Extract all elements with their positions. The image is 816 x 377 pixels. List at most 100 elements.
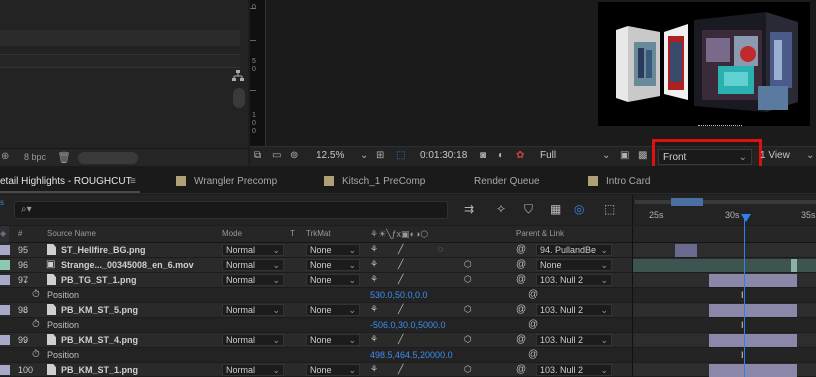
magnification-dropdown[interactable]: 12.5% xyxy=(316,150,344,161)
label-color-chip[interactable] xyxy=(0,365,10,375)
layer-track[interactable] xyxy=(632,273,816,288)
layer-track[interactable] xyxy=(632,243,816,258)
blend-mode-dropdown[interactable]: Normal ⌄ xyxy=(222,274,284,286)
layer-row[interactable]: 100 PB_KM_ST_1.png Normal ⌄ None ⌄ ⚘ ╱ ⬡ @… xyxy=(0,363,632,377)
layer-row[interactable]: 95 ST_Hellfire_BG.png Normal ⌄ None ⌄ ⚘ ╱ … xyxy=(0,243,632,258)
layer-track[interactable] xyxy=(632,333,816,348)
stopwatch-icon[interactable]: ⏱ xyxy=(32,289,40,300)
3d-layer-icon[interactable]: ⬡ xyxy=(464,364,472,375)
layer-out-point[interactable] xyxy=(791,259,797,272)
layer-track[interactable] xyxy=(632,303,816,318)
column-trkmat[interactable]: TrkMat xyxy=(306,229,331,238)
monitor-icon[interactable]: ▭ xyxy=(272,150,281,161)
region-of-interest-icon[interactable]: ⬚ xyxy=(396,150,405,161)
column-number[interactable]: # xyxy=(18,229,22,238)
shy-switch-icon[interactable]: ⚘ xyxy=(370,304,378,315)
playhead-handle[interactable] xyxy=(741,214,751,222)
graph-editor-icon[interactable]: ⬚ xyxy=(604,202,615,216)
trash-icon[interactable]: 🗑 xyxy=(57,151,71,164)
shy-switch-icon[interactable]: ⚘ xyxy=(370,334,378,345)
layer-duration-bar[interactable] xyxy=(633,259,816,272)
channel-rgb-icon[interactable]: ✿ xyxy=(516,150,524,161)
column-source-name[interactable]: Source Name xyxy=(47,229,96,238)
parent-dropdown[interactable]: 103. Null 2 ⌄ xyxy=(536,304,612,316)
project-panel-field[interactable] xyxy=(0,30,240,46)
tab-render-queue[interactable]: Render Queue xyxy=(474,176,540,187)
layer-name[interactable]: PB_KM_ST_4.png xyxy=(61,335,138,345)
pickwhip-icon[interactable]: @ xyxy=(528,289,538,300)
work-area-bar[interactable] xyxy=(635,200,816,204)
composition-viewer[interactable] xyxy=(266,0,816,146)
region-icon[interactable]: ▣ xyxy=(620,150,629,161)
quality-switch-icon[interactable]: ╱ xyxy=(398,334,403,345)
blend-mode-dropdown[interactable]: Normal ⌄ xyxy=(222,244,284,256)
layer-name[interactable]: ST_Hellfire_BG.png xyxy=(61,245,146,255)
layer-duration-bar[interactable] xyxy=(709,334,797,347)
tab-roughcut[interactable]: etail Highlights - ROUGHCUT xyxy=(0,176,132,187)
3d-layer-icon[interactable]: ⬡ xyxy=(464,274,472,285)
property-value[interactable]: -506.0,30.0,5000.0 xyxy=(370,320,446,330)
layer-row[interactable]: 99 ⌄ PB_KM_ST_4.png Normal ⌄ None ⌄ ⚘ ╱ ⬡ … xyxy=(0,333,632,348)
property-value[interactable]: 498.5,464.5,20000.0 xyxy=(370,350,453,360)
track-matte-dropdown[interactable]: None ⌄ xyxy=(306,364,360,376)
parent-dropdown[interactable]: 103. Null 2 ⌄ xyxy=(536,364,612,376)
chevron-down-icon[interactable]: ⌄ xyxy=(602,150,610,161)
label-color-chip[interactable] xyxy=(0,275,10,285)
expand-arrow-icon[interactable]: ⌄ xyxy=(22,335,30,346)
fit-icon[interactable]: ⊞ xyxy=(376,150,384,161)
quality-switch-icon[interactable]: ╱ xyxy=(398,304,403,315)
quality-switch-icon[interactable]: ╱ xyxy=(398,274,403,285)
quality-switch-icon[interactable]: ╱ xyxy=(398,259,403,270)
property-row[interactable]: ⏱ Position 498.5,464.5,20000.0 @ xyxy=(0,348,632,363)
shy-switch-icon[interactable]: ⚘ xyxy=(370,259,378,270)
hierarchy-icon[interactable] xyxy=(232,70,244,84)
track-matte-dropdown[interactable]: None ⌄ xyxy=(306,274,360,286)
project-scrollbar[interactable] xyxy=(233,88,245,108)
shy-switch-icon[interactable]: ⚘ xyxy=(370,364,378,375)
flowchart-icon[interactable]: ⊕ xyxy=(1,151,9,162)
expand-arrow-icon[interactable]: ⌄ xyxy=(22,305,30,316)
shy-switch-icon[interactable]: ⚘ xyxy=(370,274,378,285)
blend-mode-dropdown[interactable]: Normal ⌄ xyxy=(222,304,284,316)
motion-blur-switch-icon[interactable]: ◌ xyxy=(438,244,443,254)
pickwhip-icon[interactable]: @ xyxy=(516,304,526,315)
label-color-chip[interactable] xyxy=(0,245,10,255)
tab-wrangler-precomp[interactable]: Wrangler Precomp xyxy=(194,176,277,187)
pickwhip-icon[interactable]: @ xyxy=(516,274,526,285)
3d-layer-icon[interactable]: ⬡ xyxy=(464,334,472,345)
3d-layer-icon[interactable]: ⬡ xyxy=(464,259,472,270)
parent-dropdown[interactable]: 103. Null 2 ⌄ xyxy=(536,334,612,346)
tab-kitsch-precomp[interactable]: Kitsch_1 PreComp xyxy=(342,176,425,187)
parent-dropdown[interactable]: 94. PullandBe ⌄ xyxy=(536,244,612,256)
property-row[interactable]: ⏱ Position -506.0,30.0,5000.0 @ xyxy=(0,318,632,333)
pickwhip-icon[interactable]: @ xyxy=(516,334,526,345)
label-color-chip[interactable] xyxy=(0,335,10,345)
property-row[interactable]: ⏱ Position 530.0,50.0,0.0 @ xyxy=(0,288,632,303)
3d-layer-icon[interactable]: ⬡ xyxy=(464,304,472,315)
chevron-down-icon[interactable]: ⌄ xyxy=(360,150,368,161)
layer-name[interactable]: Strange..._00345008_en_6.mov xyxy=(61,260,194,270)
layer-name[interactable]: PB_KM_ST_1.png xyxy=(61,365,138,375)
track-matte-dropdown[interactable]: None ⌄ xyxy=(306,334,360,346)
chevron-down-icon[interactable]: ⌄ xyxy=(806,150,814,161)
pickwhip-icon[interactable]: @ xyxy=(528,319,538,330)
hide-shy-icon[interactable]: ⛉ xyxy=(524,202,533,217)
layer-track[interactable] xyxy=(632,258,816,273)
view-layout-dropdown[interactable]: 1 View xyxy=(760,150,790,161)
layer-duration-bar[interactable] xyxy=(709,304,797,317)
blend-mode-dropdown[interactable]: Normal ⌄ xyxy=(222,334,284,346)
layer-row[interactable]: 98 ⌄ PB_KM_ST_5.png Normal ⌄ None ⌄ ⚘ ╱ ⬡ … xyxy=(0,303,632,318)
stopwatch-icon[interactable]: ⏱ xyxy=(32,319,40,330)
layer-bounds-handle[interactable] xyxy=(698,125,742,127)
stopwatch-icon[interactable]: ⏱ xyxy=(32,349,40,360)
pickwhip-icon[interactable]: @ xyxy=(516,244,526,255)
layer-duration-bar[interactable] xyxy=(709,274,797,287)
frame-blending-icon[interactable]: ▦ xyxy=(550,202,561,216)
layer-duration-bar[interactable] xyxy=(709,364,797,377)
hamburger-menu-icon[interactable]: ≡ xyxy=(130,176,136,187)
bit-depth-button[interactable]: 8 bpc xyxy=(24,152,46,162)
layer-row[interactable]: 97 ⌄ PB_TG_ST_1.png Normal ⌄ None ⌄ ⚘ ╱ ⬡ … xyxy=(0,273,632,288)
property-value[interactable]: 530.0,50.0,0.0 xyxy=(370,290,428,300)
current-time-display[interactable]: 0:01:30:18 xyxy=(420,150,467,161)
track-matte-dropdown[interactable]: None ⌄ xyxy=(306,244,360,256)
